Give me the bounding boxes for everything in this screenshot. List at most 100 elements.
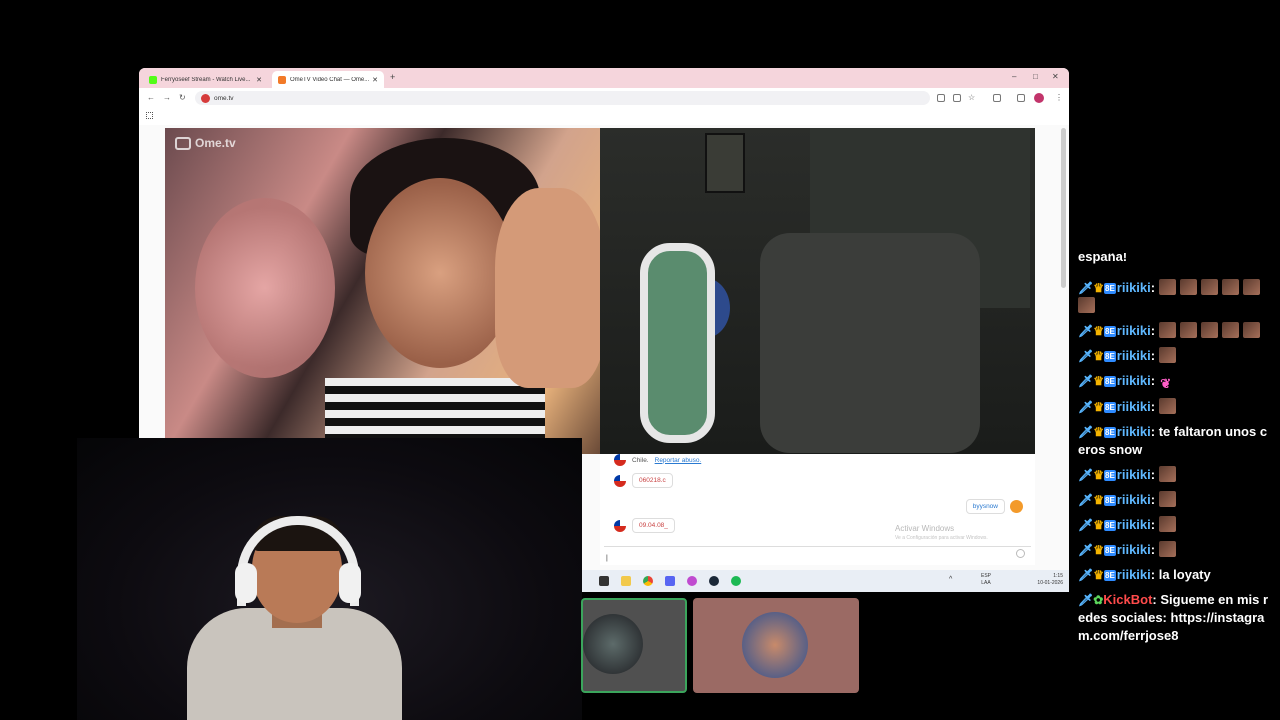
chat-message: 🗡♛8E riikiki:: [1078, 398, 1274, 416]
chat-input[interactable]: |: [604, 546, 1031, 562]
tab-label: OmeTV Video Chat — Ome...: [290, 76, 370, 83]
emote-icon: [1158, 347, 1176, 363]
activate-windows-watermark: Activar Windows: [895, 524, 955, 533]
date-text: 10-01-2026: [1037, 580, 1063, 586]
ometv-logo: Ome.tv: [175, 136, 236, 150]
forward-icon[interactable]: →: [163, 93, 171, 102]
own-message: byysnow: [965, 499, 1023, 514]
emote-icon: [1179, 322, 1197, 338]
file-icon[interactable]: [599, 576, 609, 586]
colon: :: [1150, 399, 1159, 414]
streamer-webcam: [77, 438, 582, 720]
colon: :: [1150, 348, 1159, 363]
participant-avatar: [583, 614, 643, 674]
chrome-icon[interactable]: [643, 576, 653, 586]
profile-avatar[interactable]: [1034, 93, 1044, 103]
chat-message: 🗡♛8E riikiki: la loyaty: [1078, 566, 1274, 584]
sub-badge: 8E: [1104, 470, 1116, 481]
translate-icon[interactable]: [953, 94, 961, 102]
message-bubble: byysnow: [965, 499, 1005, 514]
chat-username: riikiki: [1116, 517, 1151, 532]
apps-grid-icon[interactable]: [146, 112, 153, 119]
emote-icon: [1179, 279, 1197, 295]
bookmark-star-icon[interactable]: ☆: [968, 93, 975, 102]
emoji-icon[interactable]: [1016, 549, 1025, 558]
ometv-favicon-icon: [278, 75, 286, 84]
clock[interactable]: 1:15 10-01-2026: [1027, 573, 1063, 587]
message-bubble: 09.04.08_: [632, 518, 675, 533]
sub-badge: 8E: [1104, 402, 1116, 413]
tv-icon: [175, 136, 191, 150]
headset-cup-image: [339, 563, 361, 603]
emote-icon: [1242, 279, 1260, 295]
language-indicator[interactable]: ESP LAA: [981, 573, 991, 587]
cast-icon[interactable]: [937, 94, 945, 102]
discord-icon[interactable]: [665, 576, 675, 586]
activate-windows-subtext: Ve a Configuración para activar Windows.: [895, 535, 988, 541]
person-image: [195, 198, 335, 378]
chat-message: 🗡♛8E riikiki: te faltaron unos ceros snow: [1078, 423, 1274, 459]
chevron-up-icon[interactable]: ^: [949, 576, 952, 583]
wall-poster: [705, 133, 745, 193]
emote-icon: [1158, 322, 1176, 338]
chat-username: riikiki: [1116, 373, 1151, 388]
kick-favicon-icon: [149, 75, 157, 84]
crown-badge-icon: ♛: [1093, 400, 1104, 414]
site-info-icon[interactable]: [201, 93, 210, 103]
emote-icon: [1158, 541, 1176, 557]
sword-badge-icon: 🗡: [1078, 425, 1094, 439]
tab-label: Ferryoseef Stream - Watch Live...: [161, 76, 251, 83]
sub-badge: 8E: [1104, 427, 1116, 438]
chile-flag-icon: [614, 519, 626, 532]
call-participant-tile[interactable]: [693, 598, 859, 693]
steam-icon[interactable]: [709, 576, 719, 586]
chat-message: 🗡♛8E riikiki:: [1078, 491, 1274, 509]
tab-kick-stream[interactable]: Ferryoseef Stream - Watch Live... ✕: [143, 71, 268, 88]
maximize-icon[interactable]: □: [1033, 72, 1038, 81]
url-field[interactable]: ome.tv: [195, 91, 930, 105]
chat-message: 🗡♛8E riikiki:: [1078, 516, 1274, 534]
menu-icon[interactable]: ⋮: [1055, 93, 1063, 102]
folder-icon[interactable]: [621, 576, 631, 586]
call-participant-tile[interactable]: [581, 598, 687, 693]
sub-badge: 8E: [1104, 520, 1116, 531]
chat-username: riikiki: [1116, 399, 1151, 414]
back-icon[interactable]: ←: [147, 93, 155, 102]
chat-messages: 🗡♛8E riikiki: 🗡♛8E riikiki: 🗡♛8E riikiki: 🗡…: [1078, 279, 1274, 652]
spotify-icon[interactable]: [731, 576, 741, 586]
message-bubble: 060218.c: [632, 473, 673, 488]
input-value: |: [606, 555, 608, 562]
emote-icon: [1158, 516, 1176, 532]
chat-message: 🗡♛8E riikiki:: [1078, 466, 1274, 484]
minimize-icon[interactable]: –: [1012, 72, 1016, 81]
tab-ometv[interactable]: OmeTV Video Chat — Ome... ✕: [272, 71, 384, 88]
media-icon[interactable]: [1017, 94, 1025, 102]
colon: :: [1150, 323, 1159, 338]
close-window-icon[interactable]: ✕: [1052, 72, 1059, 81]
hand-image: [495, 188, 600, 388]
extensions-icon[interactable]: [993, 94, 1001, 102]
reload-icon[interactable]: ↻: [179, 93, 186, 102]
chat-username: riikiki: [1116, 542, 1151, 557]
sub-badge: 8E: [1104, 326, 1116, 337]
chat-message: 🗡♛8E riikiki:: [1078, 322, 1274, 340]
new-tab-button[interactable]: +: [390, 72, 395, 82]
app-icon[interactable]: [687, 576, 697, 586]
sub-badge: 8E: [1104, 351, 1116, 362]
colon: :: [1150, 517, 1159, 532]
sword-badge-icon: 🗡: [1078, 593, 1094, 607]
person-image: [365, 178, 515, 368]
time-text: 1:15: [1053, 573, 1063, 579]
lang-sub-text: LAA: [981, 580, 991, 586]
sword-badge-icon: 🗡: [1078, 374, 1094, 388]
crown-badge-icon: ♛: [1093, 281, 1104, 295]
sword-badge-icon: 🗡: [1078, 518, 1094, 532]
close-tab-icon[interactable]: ✕: [372, 76, 378, 84]
crown-badge-icon: ♛: [1093, 543, 1104, 557]
scrollbar[interactable]: [1061, 128, 1066, 288]
report-abuse-link[interactable]: Reportar abuso.: [655, 457, 702, 464]
close-tab-icon[interactable]: ✕: [256, 76, 262, 84]
chat-message: 🗡♛8E riikiki: ❦: [1078, 372, 1274, 391]
sub-badge: 8E: [1104, 283, 1116, 294]
crown-badge-icon: ♛: [1093, 568, 1104, 582]
